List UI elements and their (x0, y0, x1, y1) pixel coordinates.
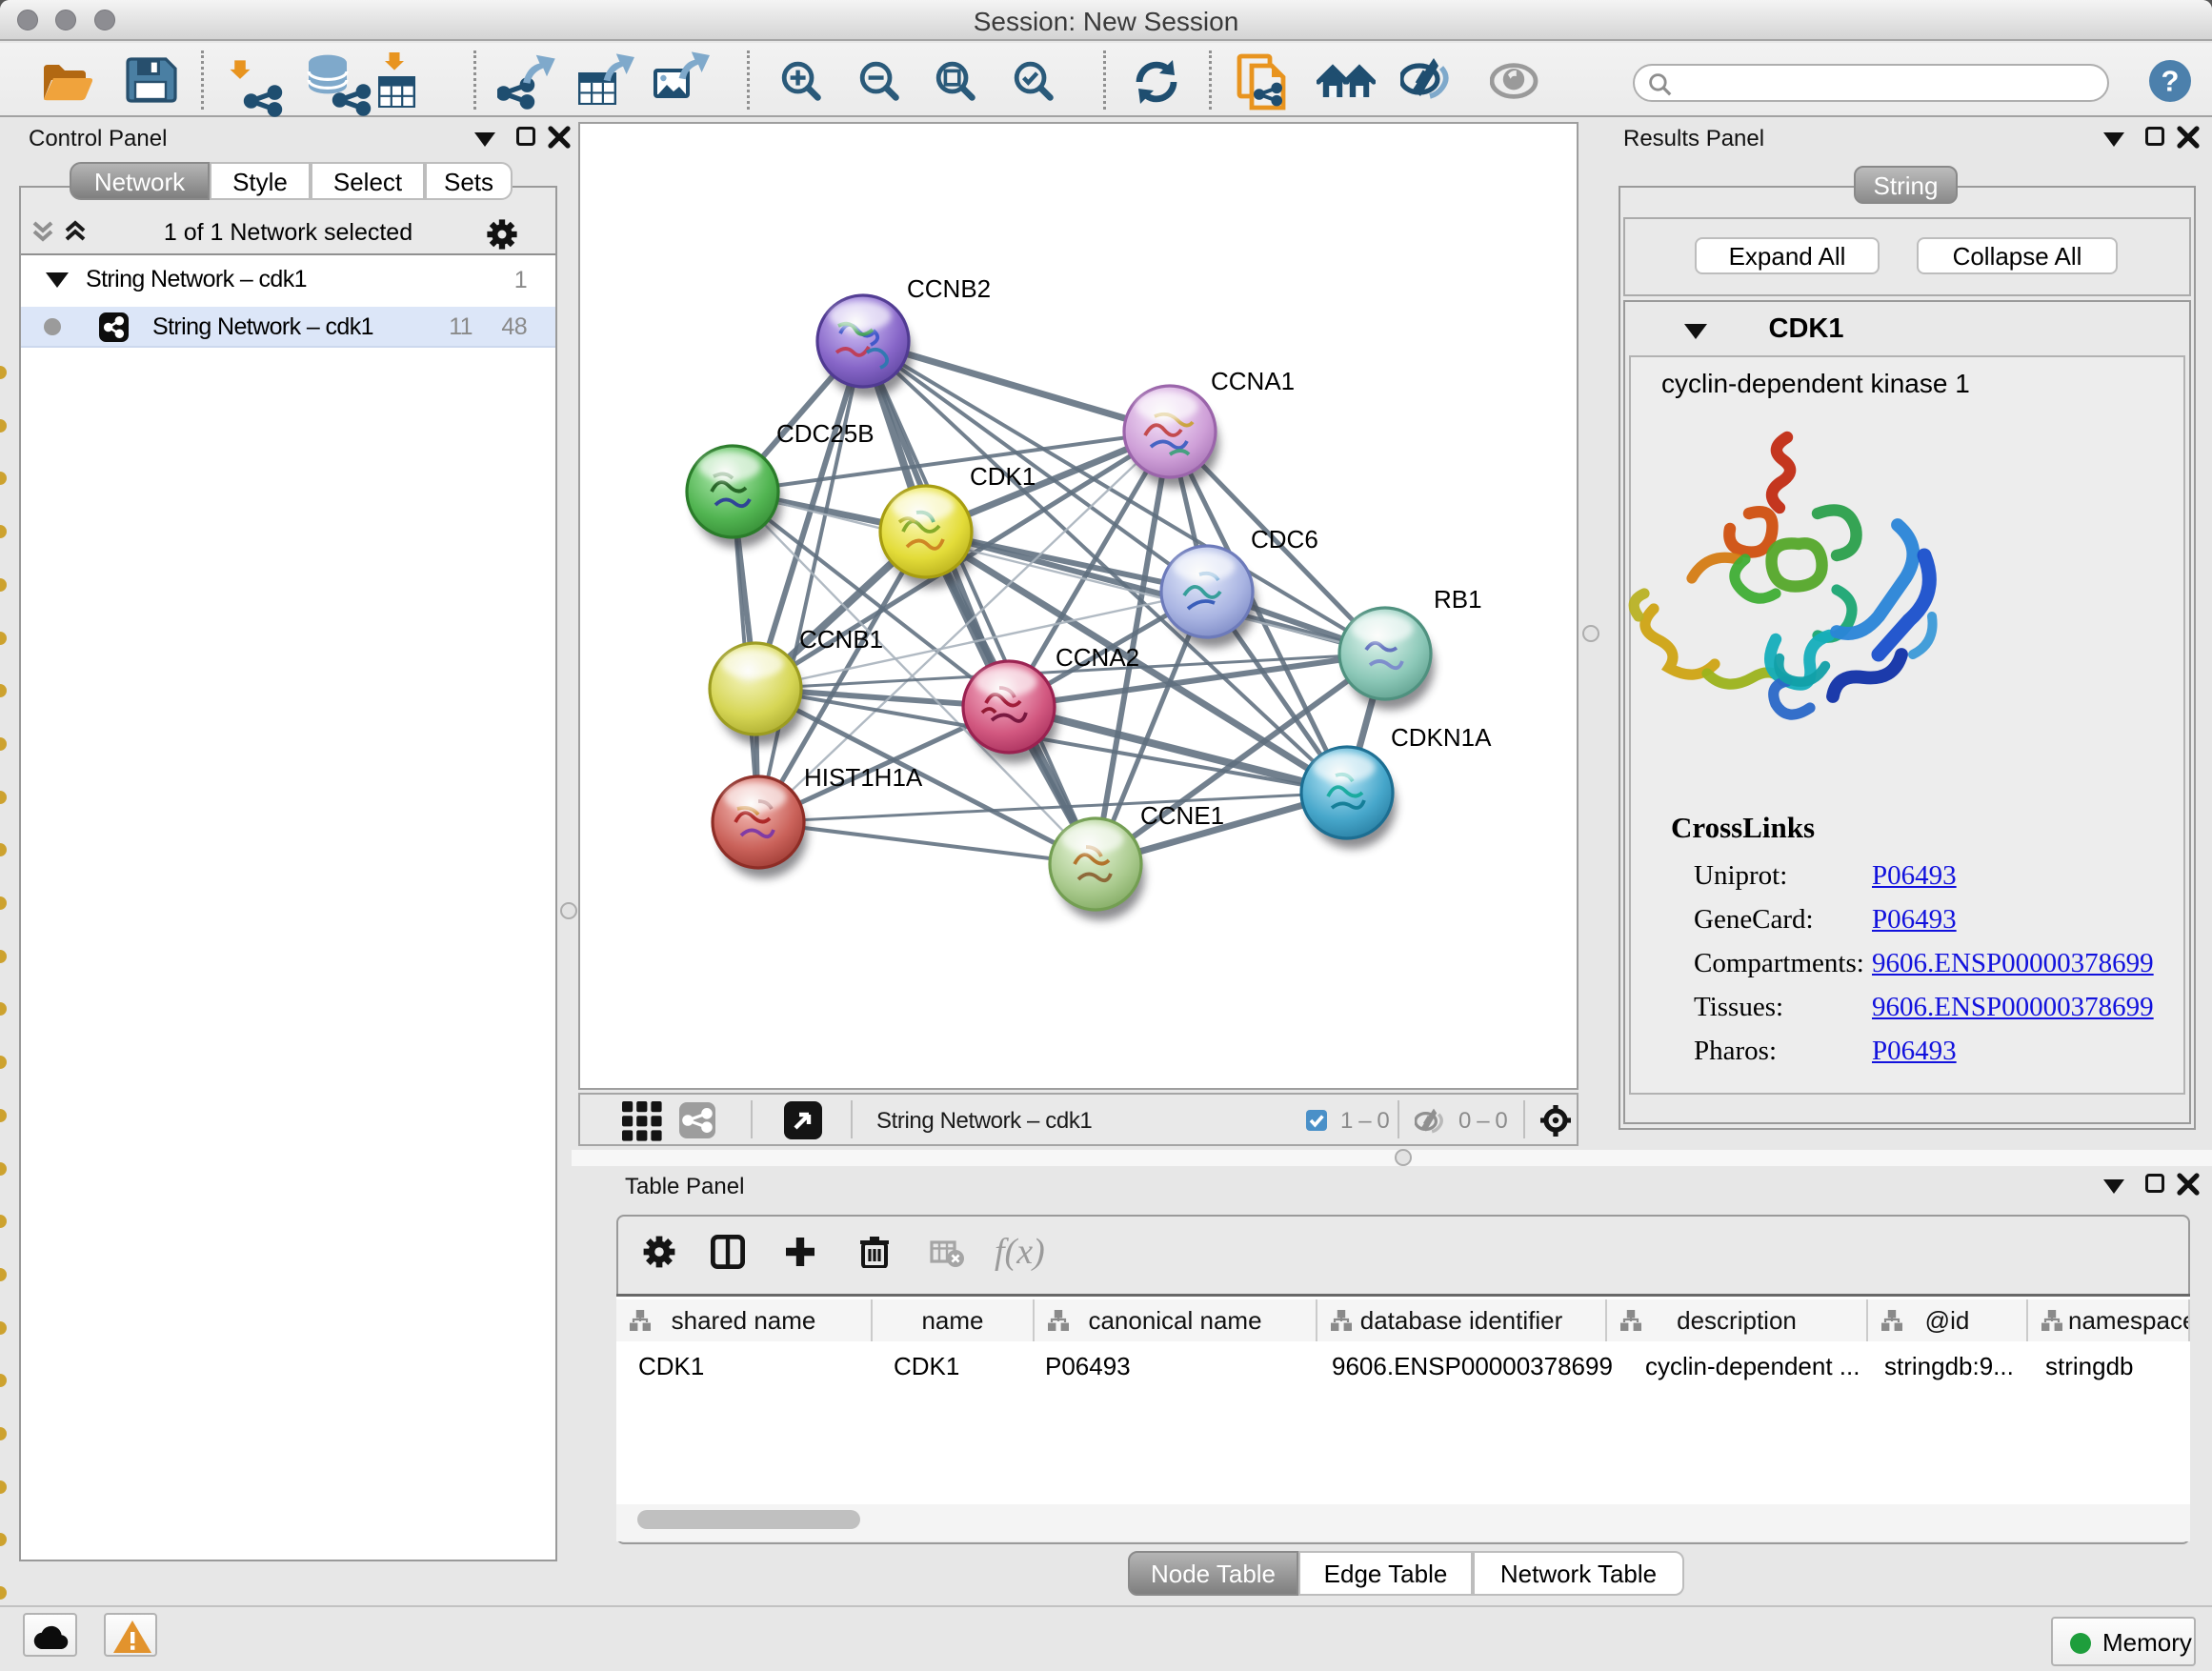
svg-text:CDKN1A: CDKN1A (1391, 723, 1492, 752)
svg-text:CCNE1: CCNE1 (1140, 801, 1224, 830)
svg-text:CCNB2: CCNB2 (907, 274, 991, 303)
svg-text:RB1: RB1 (1434, 585, 1482, 614)
svg-text:CDC6: CDC6 (1251, 525, 1318, 554)
svg-text:CDC25B: CDC25B (776, 419, 875, 448)
svg-text:CDK1: CDK1 (970, 462, 1036, 491)
svg-text:CCNA1: CCNA1 (1211, 367, 1295, 395)
svg-text:CCNA2: CCNA2 (1056, 643, 1139, 672)
svg-text:HIST1H1A: HIST1H1A (804, 763, 923, 792)
svg-text:CCNB1: CCNB1 (799, 625, 883, 654)
svg-text:?: ? (2162, 65, 2180, 98)
